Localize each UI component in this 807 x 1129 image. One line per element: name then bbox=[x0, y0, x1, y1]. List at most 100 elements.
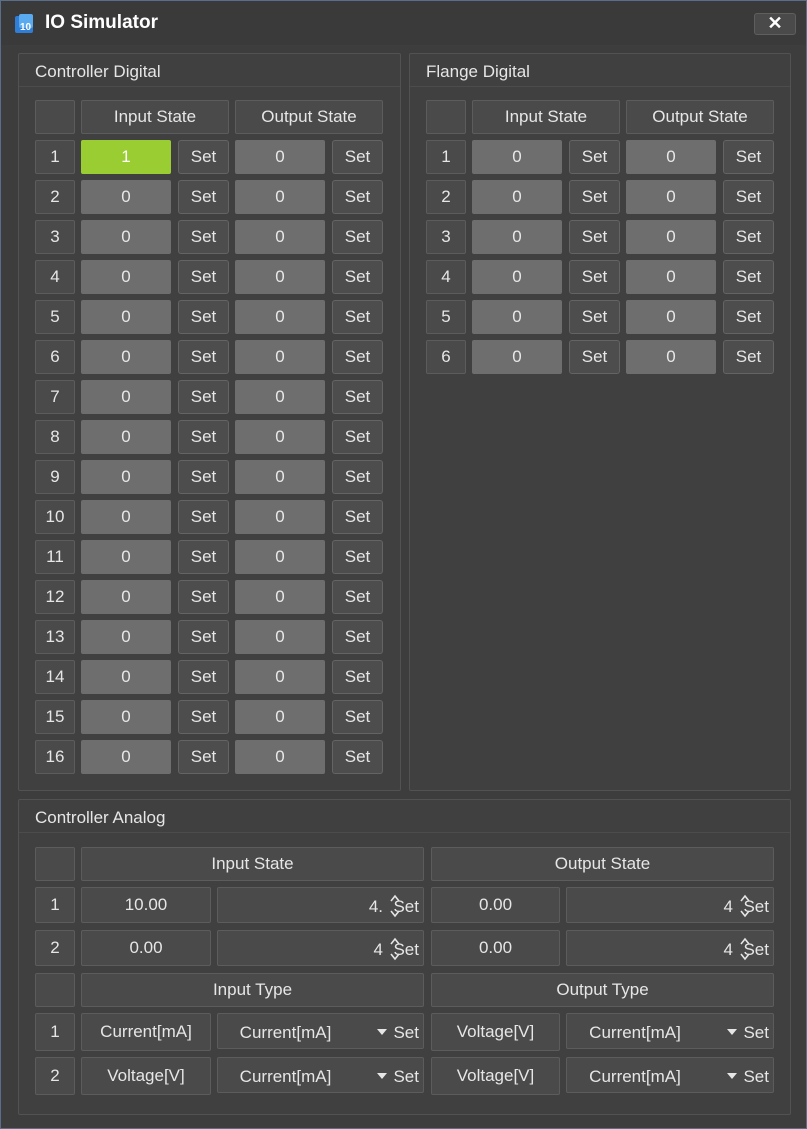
flange-digital-output-set-button-3[interactable]: Set bbox=[723, 220, 774, 254]
divider bbox=[410, 86, 790, 87]
divider bbox=[19, 86, 400, 87]
flange-digital-input-value-4: 0 bbox=[472, 260, 562, 294]
controller-digital-output-set-button-13[interactable]: Set bbox=[332, 620, 383, 654]
controller-digital-output-state-header: Output State bbox=[235, 100, 383, 134]
controller-digital-input-set-button-13[interactable]: Set bbox=[178, 620, 229, 654]
controller-digital-input-set-button-4[interactable]: Set bbox=[178, 260, 229, 294]
flange-digital-output-set-button-6[interactable]: Set bbox=[723, 340, 774, 374]
controller-digital-row-index: 9 bbox=[35, 460, 75, 494]
analog-input-value-1: 10.00 bbox=[81, 887, 211, 923]
analog-output-spin-1-value[interactable]: 4 bbox=[724, 897, 733, 917]
flange-digital-input-value-1: 0 bbox=[472, 140, 562, 174]
controller-digital-input-set-button-16[interactable]: Set bbox=[178, 740, 229, 774]
controller-digital-input-set-button-10[interactable]: Set bbox=[178, 500, 229, 534]
analog-type-corner-cell bbox=[35, 973, 75, 1007]
controller-digital-input-value-12: 0 bbox=[81, 580, 171, 614]
controller-digital-input-set-button-12[interactable]: Set bbox=[178, 580, 229, 614]
controller-digital-input-set-button-1[interactable]: Set bbox=[178, 140, 229, 174]
controller-digital-output-set-button-5[interactable]: Set bbox=[332, 300, 383, 334]
flange-digital-row-index: 6 bbox=[426, 340, 466, 374]
controller-digital-output-set-button-14[interactable]: Set bbox=[332, 660, 383, 694]
analog-output-spin-2-set-button[interactable]: Set bbox=[743, 940, 769, 960]
analog-input-value-2: 0.00 bbox=[81, 930, 211, 966]
controller-digital-input-set-button-2[interactable]: Set bbox=[178, 180, 229, 214]
controller-digital-input-value-6: 0 bbox=[81, 340, 171, 374]
flange-digital-input-set-button-2[interactable]: Set bbox=[569, 180, 620, 214]
analog-output-spin-1-set-button[interactable]: Set bbox=[743, 897, 769, 917]
analog-input-spin-2-set-button[interactable]: Set bbox=[393, 940, 419, 960]
analog-input-spin-1-set-button[interactable]: Set bbox=[393, 897, 419, 917]
close-button[interactable]: ✕ bbox=[754, 13, 796, 35]
title-bar: 10 IO Simulator ✕ bbox=[1, 1, 806, 45]
controller-digital-output-set-button-16[interactable]: Set bbox=[332, 740, 383, 774]
controller-digital-input-value-11: 0 bbox=[81, 540, 171, 574]
analog-input-type-select-2[interactable]: Current[mA] Set bbox=[217, 1057, 424, 1093]
controller-digital-output-set-button-7[interactable]: Set bbox=[332, 380, 383, 414]
controller-digital-input-set-button-14[interactable]: Set bbox=[178, 660, 229, 694]
dropdown-arrow-icon[interactable] bbox=[377, 1073, 387, 1079]
analog-output-type-select-2[interactable]: Current[mA] Set bbox=[566, 1057, 774, 1093]
flange-digital-output-set-button-5[interactable]: Set bbox=[723, 300, 774, 334]
flange-digital-input-set-button-4[interactable]: Set bbox=[569, 260, 620, 294]
flange-digital-output-set-button-2[interactable]: Set bbox=[723, 180, 774, 214]
flange-digital-output-set-button-1[interactable]: Set bbox=[723, 140, 774, 174]
controller-digital-row-index: 13 bbox=[35, 620, 75, 654]
dropdown-arrow-icon[interactable] bbox=[727, 1029, 737, 1035]
controller-digital-output-set-button-11[interactable]: Set bbox=[332, 540, 383, 574]
flange-digital-input-set-button-3[interactable]: Set bbox=[569, 220, 620, 254]
controller-digital-output-set-button-8[interactable]: Set bbox=[332, 420, 383, 454]
controller-digital-input-set-button-9[interactable]: Set bbox=[178, 460, 229, 494]
analog-output-type-select-1-selected[interactable]: Current[mA] bbox=[567, 1023, 703, 1043]
controller-digital-input-set-button-3[interactable]: Set bbox=[178, 220, 229, 254]
analog-input-spin-1[interactable]: 4. Set bbox=[217, 887, 424, 923]
analog-output-type-select-1-set-button[interactable]: Set bbox=[743, 1023, 769, 1043]
analog-input-spin-2[interactable]: 4 Set bbox=[217, 930, 424, 966]
controller-digital-input-set-button-5[interactable]: Set bbox=[178, 300, 229, 334]
flange-digital-output-set-button-4[interactable]: Set bbox=[723, 260, 774, 294]
analog-output-spin-1[interactable]: 4 Set bbox=[566, 887, 774, 923]
controller-digital-input-value-8: 0 bbox=[81, 420, 171, 454]
analog-input-type-select-1-selected[interactable]: Current[mA] bbox=[218, 1023, 353, 1043]
controller-digital-output-value-10: 0 bbox=[235, 500, 325, 534]
dropdown-arrow-icon[interactable] bbox=[727, 1073, 737, 1079]
controller-digital-output-set-button-6[interactable]: Set bbox=[332, 340, 383, 374]
controller-digital-input-value-14: 0 bbox=[81, 660, 171, 694]
controller-digital-input-set-button-6[interactable]: Set bbox=[178, 340, 229, 374]
divider bbox=[19, 832, 790, 833]
controller-digital-row-index: 14 bbox=[35, 660, 75, 694]
analog-output-type-select-2-selected[interactable]: Current[mA] bbox=[567, 1067, 703, 1087]
controller-digital-input-set-button-15[interactable]: Set bbox=[178, 700, 229, 734]
controller-digital-output-set-button-3[interactable]: Set bbox=[332, 220, 383, 254]
controller-digital-output-set-button-4[interactable]: Set bbox=[332, 260, 383, 294]
analog-output-spin-2[interactable]: 4 Set bbox=[566, 930, 774, 966]
flange-digital-output-state-header: Output State bbox=[626, 100, 774, 134]
controller-digital-output-set-button-2[interactable]: Set bbox=[332, 180, 383, 214]
analog-input-type-select-1[interactable]: Current[mA] Set bbox=[217, 1013, 424, 1049]
analog-input-type-select-2-set-button[interactable]: Set bbox=[393, 1067, 419, 1087]
analog-input-spin-1-value[interactable]: 4. bbox=[369, 897, 383, 917]
controller-digital-output-set-button-10[interactable]: Set bbox=[332, 500, 383, 534]
analog-output-type-select-2-set-button[interactable]: Set bbox=[743, 1067, 769, 1087]
controller-digital-output-value-13: 0 bbox=[235, 620, 325, 654]
dropdown-arrow-icon[interactable] bbox=[377, 1029, 387, 1035]
flange-digital-input-set-button-1[interactable]: Set bbox=[569, 140, 620, 174]
analog-type-row-index: 1 bbox=[35, 1013, 75, 1051]
flange-digital-input-set-button-5[interactable]: Set bbox=[569, 300, 620, 334]
analog-output-type-select-1[interactable]: Current[mA] Set bbox=[566, 1013, 774, 1049]
analog-output-type-header: Output Type bbox=[431, 973, 774, 1007]
controller-digital-output-set-button-9[interactable]: Set bbox=[332, 460, 383, 494]
analog-input-spin-2-value[interactable]: 4 bbox=[374, 940, 383, 960]
controller-digital-output-set-button-15[interactable]: Set bbox=[332, 700, 383, 734]
controller-digital-input-set-button-11[interactable]: Set bbox=[178, 540, 229, 574]
controller-digital-input-set-button-8[interactable]: Set bbox=[178, 420, 229, 454]
controller-digital-input-value-3: 0 bbox=[81, 220, 171, 254]
flange-digital-input-set-button-6[interactable]: Set bbox=[569, 340, 620, 374]
analog-output-spin-2-value[interactable]: 4 bbox=[724, 940, 733, 960]
controller-digital-input-set-button-7[interactable]: Set bbox=[178, 380, 229, 414]
analog-input-type-select-2-selected[interactable]: Current[mA] bbox=[218, 1067, 353, 1087]
flange-digital-row-index: 1 bbox=[426, 140, 466, 174]
app-icon: 10 bbox=[15, 14, 33, 33]
controller-digital-output-set-button-1[interactable]: Set bbox=[332, 140, 383, 174]
analog-input-type-select-1-set-button[interactable]: Set bbox=[393, 1023, 419, 1043]
controller-digital-output-set-button-12[interactable]: Set bbox=[332, 580, 383, 614]
